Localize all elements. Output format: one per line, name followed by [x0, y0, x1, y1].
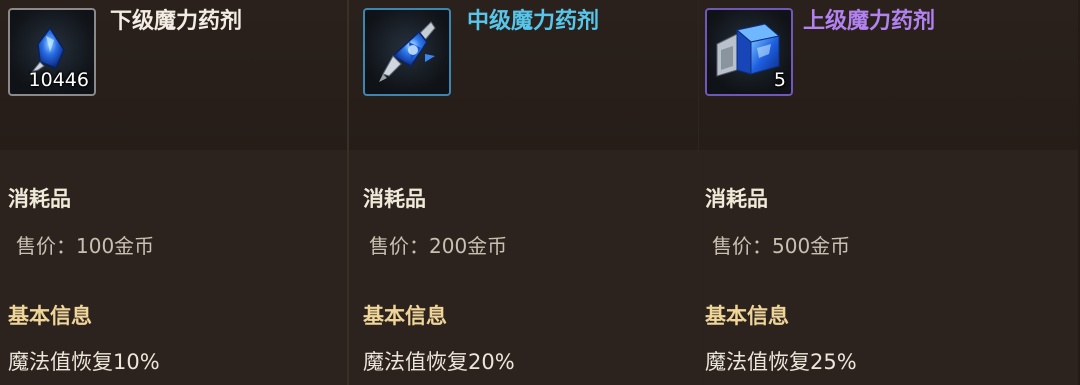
item-type: 消耗品: [363, 187, 426, 211]
item-name: 上级魔力药剂: [803, 9, 936, 34]
item-panel-small: 10446 下级魔力药剂 消耗品 售价：100金币 基本信息 魔法值恢复10%: [0, 0, 349, 385]
item-name: 下级魔力药剂: [110, 9, 243, 34]
item-effect: 魔法值恢复25%: [705, 350, 857, 374]
item-price: 售价：200金币: [369, 234, 508, 258]
item-type: 消耗品: [8, 187, 71, 211]
item-price: 售价：500金币: [712, 234, 851, 258]
item-slot[interactable]: 5: [705, 8, 793, 96]
item-name: 中级魔力药剂: [467, 9, 600, 34]
item-slot[interactable]: [363, 8, 451, 96]
item-count: 10446: [28, 69, 89, 91]
item-count: 5: [773, 69, 786, 91]
item-tooltip-row: 10446 下级魔力药剂 消耗品 售价：100金币 基本信息 魔法值恢复10%: [0, 0, 1080, 385]
item-panel-large: 5 上级魔力药剂 消耗品 售价：500金币 基本信息 魔法值恢复25%: [699, 0, 1078, 385]
basic-info-heading: 基本信息: [705, 304, 789, 328]
item-effect: 魔法值恢复20%: [363, 350, 515, 374]
item-type: 消耗品: [705, 187, 768, 211]
medium-mana-potion-icon: [379, 21, 436, 82]
basic-info-heading: 基本信息: [8, 304, 92, 328]
item-effect: 魔法值恢复10%: [8, 350, 160, 374]
item-panel-medium: 中级魔力药剂 消耗品 售价：200金币 基本信息 魔法值恢复20%: [349, 0, 699, 385]
item-price: 售价：100金币: [16, 234, 155, 258]
basic-info-heading: 基本信息: [363, 304, 447, 328]
item-slot[interactable]: 10446: [8, 8, 96, 96]
